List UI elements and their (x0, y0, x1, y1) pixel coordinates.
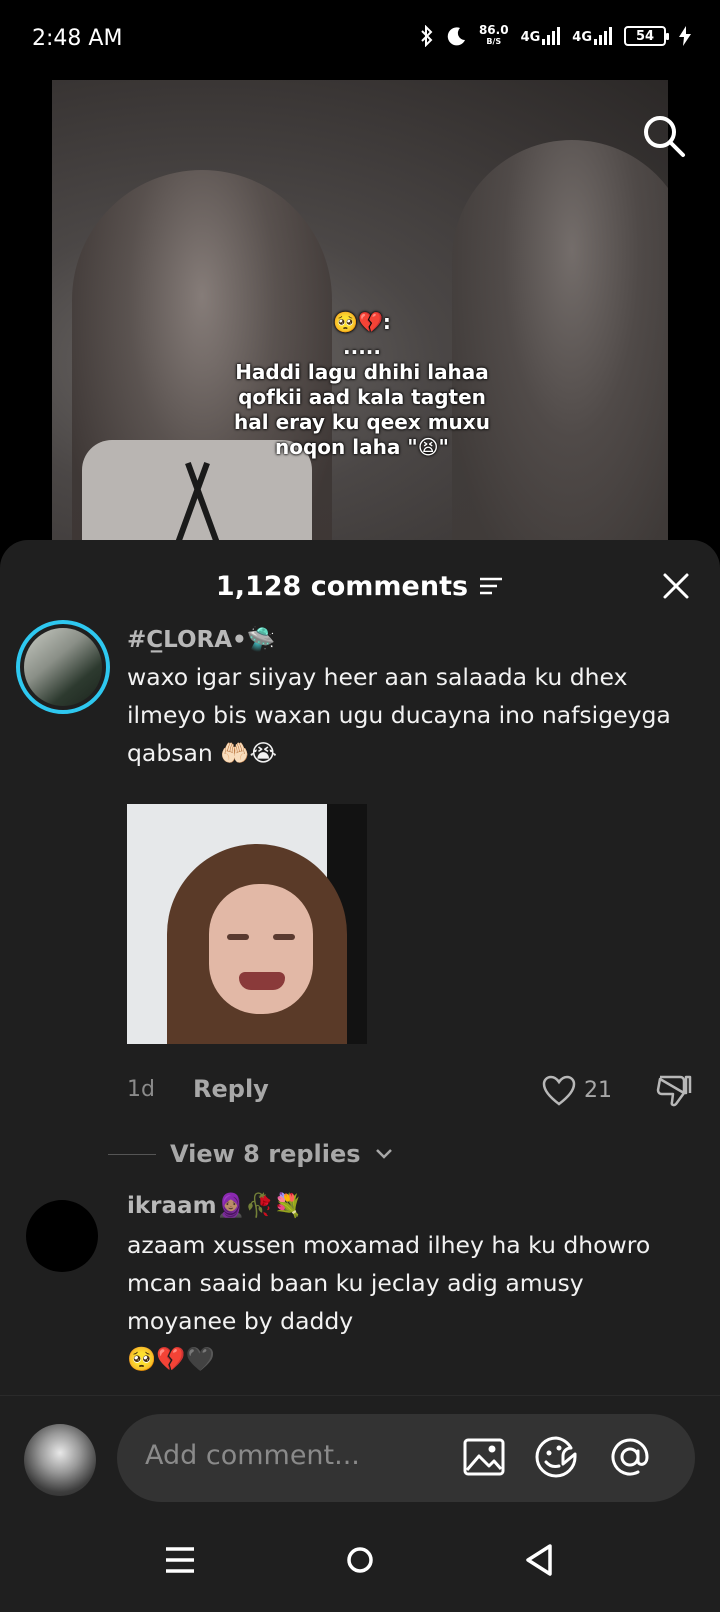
comments-header: 1,128 comments (0, 566, 720, 606)
net-speed: 86.0 B/S (479, 24, 509, 48)
image-mouth (239, 972, 285, 990)
comment-username[interactable]: #C̲LORA•🛸 (127, 626, 275, 653)
system-nav-bar (0, 1505, 720, 1612)
image-icon[interactable] (461, 1434, 507, 1480)
status-icons: 86.0 B/S 4G 4G 54 (419, 24, 692, 48)
sim1-label: 4G (520, 30, 541, 45)
comment-username[interactable]: ikraam🧕🏽🥀💐 (127, 1192, 302, 1219)
video-caption: 🥺💔: ..... Haddi lagu dhihi lahaa qofkii … (234, 310, 490, 459)
status-bar: 2:48 AM 86.0 B/S 4G 4G 54 (0, 0, 720, 80)
sticker-icon[interactable] (533, 1434, 579, 1480)
chevron-down-icon (375, 1149, 392, 1159)
my-avatar[interactable] (24, 1424, 96, 1496)
image-eye (273, 934, 295, 940)
close-icon[interactable] (660, 570, 692, 602)
avatar-image (24, 628, 102, 706)
signal-sim1: 4G (521, 27, 561, 45)
like-count: 21 (584, 1078, 612, 1103)
comment-input-placeholder[interactable]: Add comment... (145, 1440, 360, 1471)
image-face (209, 884, 313, 1014)
video-player[interactable]: 🥺💔: ..... Haddi lagu dhihi lahaa qofkii … (52, 80, 668, 550)
signal-bars-icon (594, 27, 612, 45)
avatar[interactable] (16, 620, 110, 714)
net-speed-value: 86.0 (478, 23, 509, 37)
heart-icon[interactable] (542, 1075, 576, 1107)
comment-input-bar: Add comment... (0, 1395, 720, 1505)
divider (108, 1153, 156, 1155)
battery-level: 54 (635, 28, 655, 44)
signal-sim2: 4G (572, 27, 612, 45)
battery-icon: 54 (624, 26, 669, 46)
thumbs-down-icon[interactable] (656, 1073, 692, 1107)
comment-text: azaam xussen moxamad ilhey ha ku dhowro … (127, 1231, 651, 1373)
status-time: 2:48 AM (32, 26, 123, 51)
image-eye (227, 934, 249, 940)
reply-button[interactable]: Reply (193, 1075, 269, 1103)
back-icon[interactable] (520, 1540, 560, 1580)
signal-bars-icon (542, 27, 561, 45)
bluetooth-icon (421, 25, 433, 47)
charging-icon (679, 26, 691, 46)
view-replies-label[interactable]: View 8 replies (170, 1140, 361, 1168)
avatar[interactable] (26, 1200, 98, 1272)
comment-text: waxo igar siiyay heer aan salaada ku dhe… (127, 663, 671, 767)
at-icon[interactable] (607, 1434, 653, 1480)
home-icon[interactable] (340, 1540, 380, 1580)
comment-input[interactable]: Add comment... (117, 1414, 695, 1502)
filter-icon[interactable] (478, 575, 504, 597)
comment-age: 1d (127, 1077, 155, 1102)
net-speed-unit: B/S (486, 37, 502, 46)
view-replies-button[interactable]: View 8 replies (108, 1140, 393, 1168)
comment-image[interactable] (127, 804, 367, 1044)
search-icon[interactable] (640, 112, 688, 160)
moon-icon (447, 27, 465, 46)
comments-count: 1,128 comments (215, 570, 469, 602)
sim2-label: 4G (572, 30, 592, 45)
menu-icon[interactable] (160, 1540, 200, 1580)
